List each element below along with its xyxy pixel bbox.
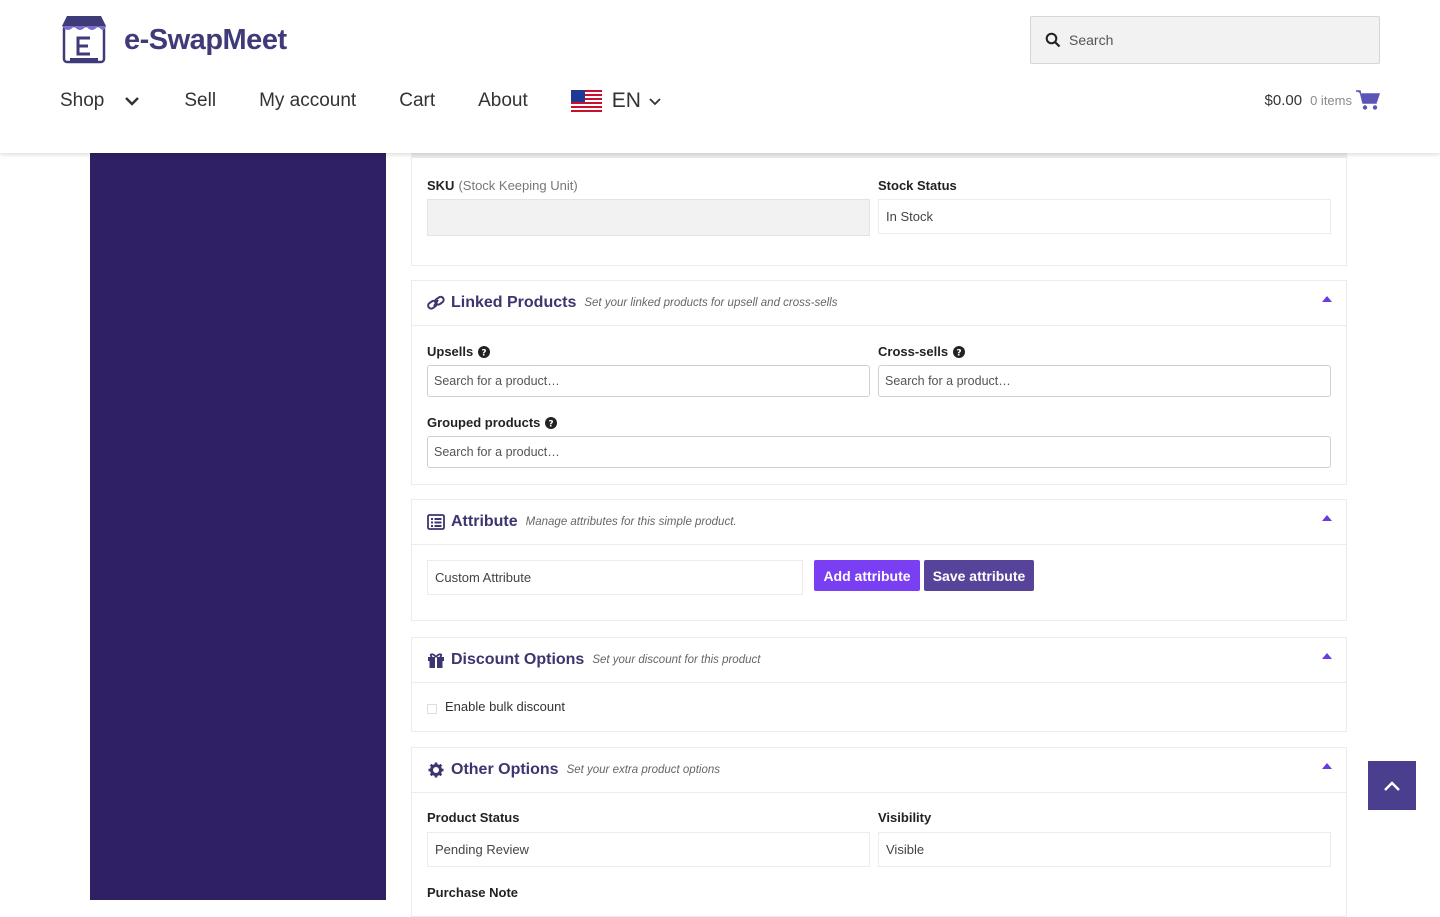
shopping-cart-icon: [1356, 90, 1380, 110]
link-icon: [427, 295, 445, 310]
visibility-label: Visibility: [878, 810, 932, 825]
back-to-top-button[interactable]: [1368, 761, 1416, 810]
grouped-products-search[interactable]: Search for a product…: [427, 436, 1331, 468]
stock-status-label: Stock Status: [878, 178, 957, 193]
cross-sells-search[interactable]: Search for a product…: [878, 365, 1331, 397]
collapse-arrow-icon[interactable]: [1322, 514, 1332, 522]
language-switcher[interactable]: EN: [570, 89, 661, 113]
cart-amount: $0.00: [1264, 91, 1303, 109]
list-icon: [427, 514, 445, 530]
chevron-down-icon[interactable]: [124, 93, 140, 109]
other-options-header[interactable]: Other Options Set your extra product opt…: [412, 748, 1346, 793]
sku-label: SKU (Stock Keeping Unit): [427, 178, 578, 193]
cross-sells-label: Cross-sells ?: [878, 344, 966, 359]
product-status-select[interactable]: Pending Review: [427, 832, 870, 867]
chevron-up-icon: [1384, 780, 1400, 791]
linked-products-subtitle: Set your linked products for upsell and …: [584, 297, 838, 309]
nav-item-my-account[interactable]: My account: [259, 90, 356, 112]
discount-options-header[interactable]: Discount Options Set your discount for t…: [412, 638, 1346, 683]
stock-status-select[interactable]: In Stock: [878, 199, 1331, 234]
nav-label-shop: Shop: [60, 90, 105, 111]
linked-products-header[interactable]: Linked Products Set your linked products…: [412, 281, 1346, 326]
search-icon: [1045, 32, 1061, 48]
language-code: EN: [611, 89, 641, 112]
discount-options-subtitle: Set your discount for this product: [592, 654, 761, 666]
bulk-discount-checkbox[interactable]: [427, 704, 437, 714]
collapse-arrow-icon[interactable]: [1322, 295, 1332, 303]
nav-item-shop[interactable]: Shop: [60, 90, 140, 112]
nav-item-cart[interactable]: Cart: [399, 90, 435, 112]
gift-icon: [428, 653, 444, 668]
us-flag-icon: [570, 90, 602, 112]
upsells-search[interactable]: Search for a product…: [427, 365, 870, 397]
help-icon[interactable]: ?: [545, 416, 558, 429]
add-attribute-button[interactable]: Add attribute: [814, 560, 920, 591]
svg-text:?: ?: [549, 419, 554, 429]
attribute-title: Attribute: [451, 513, 518, 530]
site-header: e-SwapMeet Shop Sell My account Cart Abo…: [0, 0, 1440, 153]
brand-name: e-SwapMeet: [124, 23, 287, 56]
discount-options-title: Discount Options: [451, 651, 585, 668]
inventory-panel: SKU (Stock Keeping Unit) Stock Status In …: [411, 153, 1347, 266]
attribute-select[interactable]: Custom Attribute: [427, 560, 803, 595]
gear-icon: [428, 762, 444, 778]
dashboard-sidebar: [90, 153, 386, 900]
grouped-products-label: Grouped products ?: [427, 415, 558, 430]
nav-item-sell[interactable]: Sell: [184, 90, 216, 112]
attribute-panel: Attribute Manage attributes for this sim…: [411, 499, 1347, 621]
main-nav: Shop Sell My account Cart About EN: [60, 86, 661, 116]
help-icon[interactable]: ?: [478, 345, 491, 358]
search-input[interactable]: [1069, 32, 1369, 48]
collapse-arrow-icon[interactable]: [1322, 652, 1332, 660]
cart-item-count: 0 items: [1310, 92, 1352, 108]
store-logo-icon: [62, 16, 106, 64]
bulk-discount-label: Enable bulk discount: [445, 699, 565, 714]
collapse-arrow-icon[interactable]: [1322, 762, 1332, 770]
discount-options-panel: Discount Options Set your discount for t…: [411, 637, 1347, 732]
other-options-subtitle: Set your extra product options: [566, 764, 720, 776]
linked-products-panel: Linked Products Set your linked products…: [411, 280, 1347, 485]
other-options-title: Other Options: [451, 761, 559, 778]
svg-text:?: ?: [956, 348, 961, 358]
sku-field[interactable]: [427, 199, 870, 236]
nav-item-about[interactable]: About: [478, 90, 528, 112]
cart-summary[interactable]: $0.00 0 items: [1265, 86, 1380, 114]
chevron-down-icon: [649, 98, 661, 106]
attribute-subtitle: Manage attributes for this simple produc…: [525, 516, 737, 528]
attribute-header[interactable]: Attribute Manage attributes for this sim…: [412, 500, 1346, 545]
purchase-note-label: Purchase Note: [427, 885, 519, 900]
svg-text:?: ?: [482, 348, 487, 358]
other-options-panel: Other Options Set your extra product opt…: [411, 747, 1347, 917]
upsells-label: Upsells ?: [427, 344, 491, 359]
help-icon[interactable]: ?: [953, 345, 966, 358]
product-status-label: Product Status: [427, 810, 520, 825]
search-box[interactable]: [1030, 16, 1380, 64]
logo[interactable]: e-SwapMeet: [60, 14, 287, 66]
visibility-select[interactable]: Visible: [878, 832, 1331, 867]
linked-products-title: Linked Products: [451, 294, 577, 311]
save-attribute-button[interactable]: Save attribute: [924, 560, 1034, 591]
